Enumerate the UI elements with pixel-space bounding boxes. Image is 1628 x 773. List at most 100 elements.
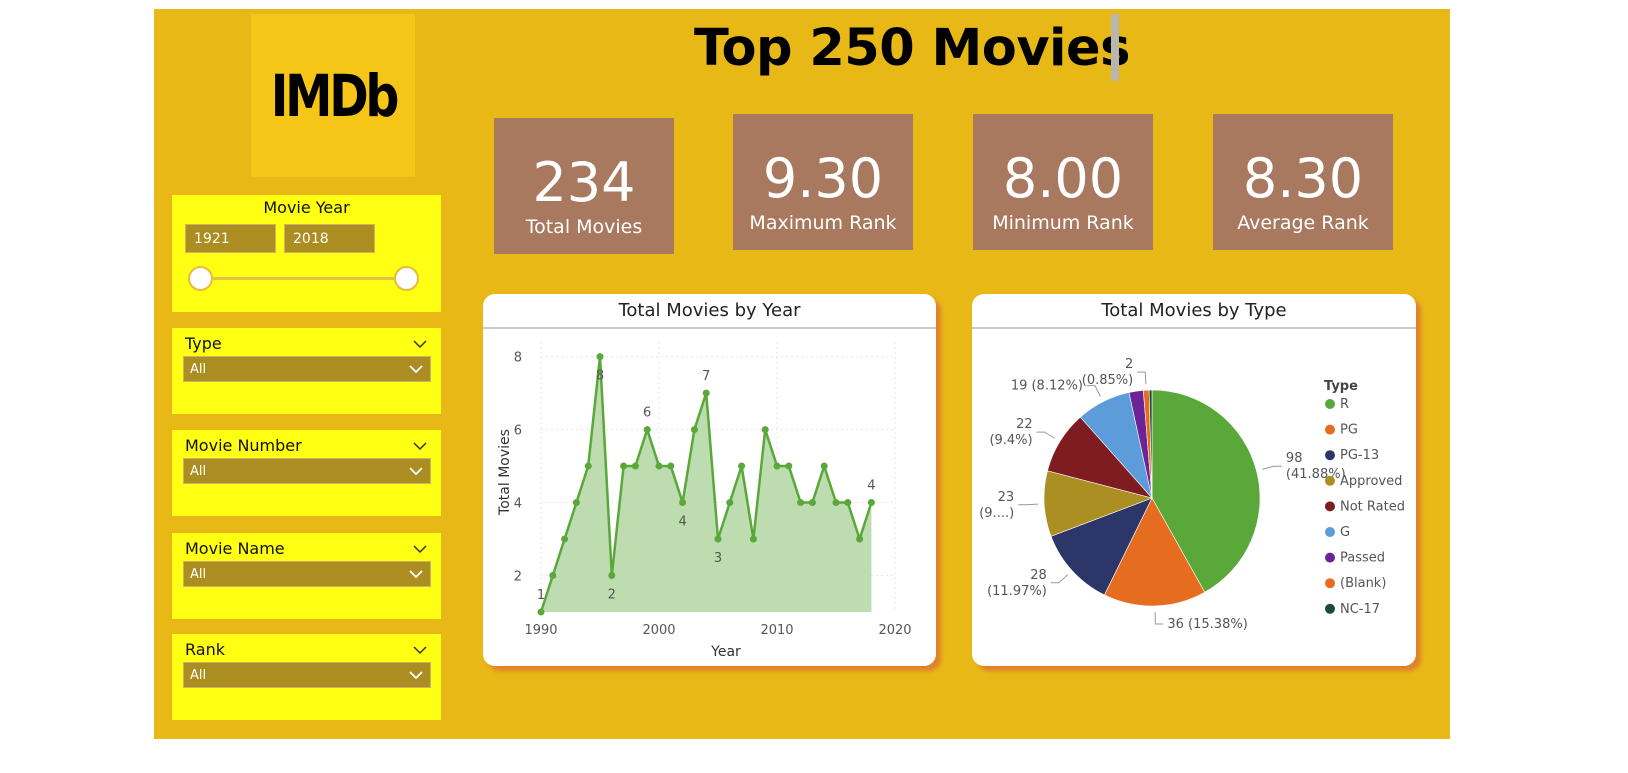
slice-label: (11.97%) [987, 584, 1047, 599]
legend-label: PG-13 [1340, 448, 1379, 463]
chevron-down-icon[interactable] [412, 642, 428, 658]
data-point [643, 426, 651, 434]
kpi-label: Minimum Rank [992, 212, 1134, 234]
slice-label: 28 [1030, 568, 1047, 583]
page-title: Top 250 Movies [694, 19, 1131, 78]
text-cursor [1111, 14, 1119, 81]
data-label: 4 [678, 515, 686, 530]
dropdown-value: All [190, 667, 207, 683]
legend-marker [1325, 450, 1335, 461]
legend-marker [1325, 578, 1335, 589]
chevron-down-icon[interactable] [412, 336, 428, 352]
leader-line [1137, 371, 1147, 385]
kpi-maximum-rank: 9.30 Maximum Rank [733, 114, 913, 250]
data-label: 6 [643, 406, 651, 421]
legend-marker [1325, 424, 1335, 435]
leader-line [1036, 431, 1056, 439]
chevron-down-icon[interactable] [412, 541, 428, 557]
type-slicer: Type All [172, 328, 441, 414]
x-tick-label: 1990 [524, 623, 557, 638]
kpi-value: 8.30 [1242, 147, 1364, 210]
movie-number-slicer: Movie Number All [172, 430, 441, 516]
slice-label: (0.85%) [1082, 373, 1133, 388]
data-point [549, 572, 557, 580]
year-area-chart: 1 8 2 6 4 7 3 4 2 4 6 8 1990 2000 2010 2020 Year Total Mo… [497, 342, 912, 660]
legend-marker [1325, 501, 1335, 512]
rank-dropdown[interactable]: All [183, 662, 431, 688]
data-point [667, 462, 675, 470]
data-point [608, 572, 616, 580]
data-point [631, 462, 639, 470]
slice-label: 98 [1286, 451, 1303, 466]
data-point [867, 499, 875, 507]
chevron-down-icon [409, 570, 423, 579]
movie-name-slicer: Movie Name All [172, 533, 441, 619]
leader-line [1018, 503, 1039, 506]
data-label: 7 [702, 369, 710, 384]
legend-marker [1325, 475, 1335, 486]
movie-year-slicer: Movie Year [172, 195, 441, 312]
data-label: 3 [714, 551, 722, 566]
data-point [537, 608, 545, 616]
type-dropdown[interactable]: All [183, 356, 431, 382]
data-point [596, 353, 604, 361]
data-point [714, 535, 722, 543]
legend-label: Approved [1340, 474, 1402, 489]
movie-name-dropdown[interactable]: All [183, 561, 431, 587]
y-tick-label: 2 [514, 570, 522, 585]
legend-marker [1325, 603, 1335, 614]
slice-label: (9....) [979, 506, 1014, 521]
year-slider-track[interactable] [201, 277, 406, 280]
kpi-minimum-rank: 8.00 Minimum Rank [973, 114, 1153, 250]
data-point [820, 462, 828, 470]
chevron-down-icon[interactable] [412, 438, 428, 454]
data-point [584, 462, 592, 470]
legend-label: Not Rated [1340, 499, 1405, 514]
y-tick-label: 6 [514, 424, 522, 439]
data-point [702, 389, 710, 397]
leader-line [1050, 574, 1069, 584]
data-label: 8 [596, 369, 604, 384]
year-to-input[interactable] [284, 224, 375, 253]
data-point [749, 535, 757, 543]
legend-marker [1325, 552, 1335, 563]
dropdown-value: All [190, 566, 207, 582]
legend-label: PG [1340, 423, 1358, 438]
data-point [761, 426, 769, 434]
data-point [785, 462, 793, 470]
y-tick-label: 8 [514, 351, 522, 366]
report-canvas: IMDb Top 250 Movies 234 Total Movies 9.3… [154, 9, 1450, 739]
slicer-title: Movie Name [185, 539, 285, 558]
type-pie-chart: 98(41.88%) 36 (15.38%) 28(11.97%) 23(9....)… [979, 357, 1405, 632]
chevron-down-icon [409, 467, 423, 476]
slice-label: 23 [998, 490, 1015, 505]
data-point [808, 499, 816, 507]
year-from-input[interactable] [185, 224, 276, 253]
kpi-total-movies: 234 Total Movies [494, 118, 674, 254]
data-label: 1 [537, 588, 545, 603]
slice-label: 2 [1125, 357, 1133, 372]
legend-label: R [1340, 397, 1349, 412]
data-point [797, 499, 805, 507]
movie-number-dropdown[interactable]: All [183, 458, 431, 484]
data-point [832, 499, 840, 507]
year-slider-start-handle[interactable] [188, 266, 213, 291]
kpi-value: 8.00 [1002, 147, 1124, 210]
data-point [856, 535, 864, 543]
slice-label: 22 [1016, 417, 1033, 432]
year-slider-end-handle[interactable] [394, 266, 419, 291]
dropdown-value: All [190, 463, 207, 479]
data-point [561, 535, 569, 543]
movies-by-year-card: Total Movies by Year 1 8 2 6 4 7 3 4 2 4 6 8 1990 200… [483, 294, 936, 666]
x-tick-label: 2020 [878, 623, 911, 638]
legend-title: Type [1324, 379, 1358, 394]
slice-label: 19 (8.12%) [1011, 379, 1083, 394]
kpi-average-rank: 8.30 Average Rank [1213, 114, 1393, 250]
kpi-label: Maximum Rank [749, 212, 897, 234]
slicer-title: Movie Number [185, 436, 302, 455]
slicer-title: Type [185, 334, 222, 353]
data-point [726, 499, 734, 507]
data-label: 4 [867, 479, 875, 494]
rank-slicer: Rank All [172, 634, 441, 720]
kpi-label: Average Rank [1237, 212, 1369, 234]
